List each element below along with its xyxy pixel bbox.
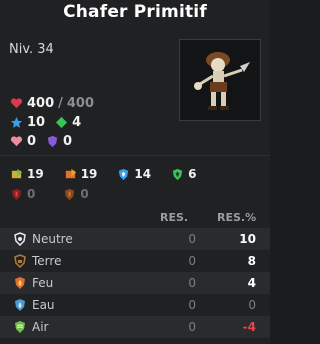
res-value: 0 bbox=[188, 298, 196, 312]
damage-value-b: 19 bbox=[80, 167, 98, 181]
res-pct-value: -4 bbox=[242, 320, 256, 334]
damage-value-d: 6 bbox=[188, 167, 197, 181]
monster-portrait bbox=[179, 39, 261, 121]
col-header-res-pct: RES.% bbox=[217, 211, 257, 224]
monster-level: Niv. 34 bbox=[9, 42, 54, 57]
star-icon bbox=[10, 116, 23, 128]
heal-value: 0 bbox=[27, 133, 37, 149]
damage2-value-b: 0 bbox=[80, 187, 89, 201]
res-pct-value: 10 bbox=[239, 232, 256, 246]
res-value: 0 bbox=[188, 276, 196, 290]
res-pct-value: 8 bbox=[247, 254, 256, 268]
res-row-air: Air 0 -4 bbox=[0, 316, 270, 338]
movement-diamond-icon bbox=[56, 116, 68, 128]
earth-element-icon bbox=[14, 254, 26, 268]
res-value: 0 bbox=[188, 232, 196, 246]
monster-name: Chafer Primitif bbox=[63, 2, 207, 22]
res-value: 0 bbox=[188, 254, 196, 268]
res-value: 0 bbox=[188, 320, 196, 334]
res-row-terre: Terre 0 8 bbox=[0, 250, 270, 272]
col-header-res: RES. bbox=[160, 211, 189, 224]
mp-value: 4 bbox=[72, 114, 82, 130]
heal-shield-row: 0 0 bbox=[10, 133, 72, 149]
element-name: Air bbox=[32, 320, 49, 334]
element-name: Terre bbox=[32, 254, 62, 268]
hp-current: 400 bbox=[27, 95, 55, 111]
dodge-ap-icon bbox=[11, 168, 23, 178]
air-element-icon bbox=[15, 321, 25, 333]
res-row-eau: Eau 0 0 bbox=[0, 294, 270, 316]
res-row-feu: Feu 0 4 bbox=[0, 272, 270, 294]
red-shield-icon bbox=[11, 188, 22, 200]
dodge-mp-icon bbox=[65, 168, 76, 178]
chafer-skeleton-icon bbox=[194, 52, 250, 110]
shield-icon bbox=[47, 135, 58, 147]
heart-icon bbox=[10, 97, 23, 108]
res-row-neutre: Neutre 0 10 bbox=[0, 228, 270, 250]
neutral-element-icon bbox=[14, 232, 26, 246]
orange-shield-icon bbox=[65, 188, 75, 200]
element-name: Eau bbox=[32, 298, 55, 312]
damage-value-c: 14 bbox=[134, 167, 152, 181]
fire-element-icon bbox=[15, 277, 25, 289]
hp-row: 400 / 400 bbox=[10, 95, 94, 111]
hp-separator: / bbox=[58, 95, 63, 111]
ap-mp-row: 10 4 bbox=[10, 114, 81, 130]
green-shield-icon bbox=[172, 168, 183, 180]
damage-value-a: 19 bbox=[27, 167, 44, 181]
damage-row-2: 0 0 bbox=[10, 186, 89, 202]
shield-value: 0 bbox=[63, 133, 73, 149]
res-pct-value: 0 bbox=[248, 298, 256, 312]
element-name: Neutre bbox=[32, 232, 73, 246]
blue-shield-icon bbox=[119, 168, 129, 180]
element-name: Feu bbox=[32, 276, 54, 290]
damage2-value-a: 0 bbox=[27, 187, 36, 201]
hp-max: 400 bbox=[66, 95, 95, 111]
monster-card: Chafer Primitif Niv. 34 400 / 400 10 4 0… bbox=[0, 0, 270, 344]
divider bbox=[0, 155, 270, 156]
res-pct-value: 4 bbox=[247, 276, 256, 290]
ap-value: 10 bbox=[27, 114, 46, 130]
water-element-icon bbox=[15, 299, 25, 311]
damage-row-1: 19 19 14 6 bbox=[10, 166, 196, 182]
pink-heart-icon bbox=[10, 135, 23, 146]
